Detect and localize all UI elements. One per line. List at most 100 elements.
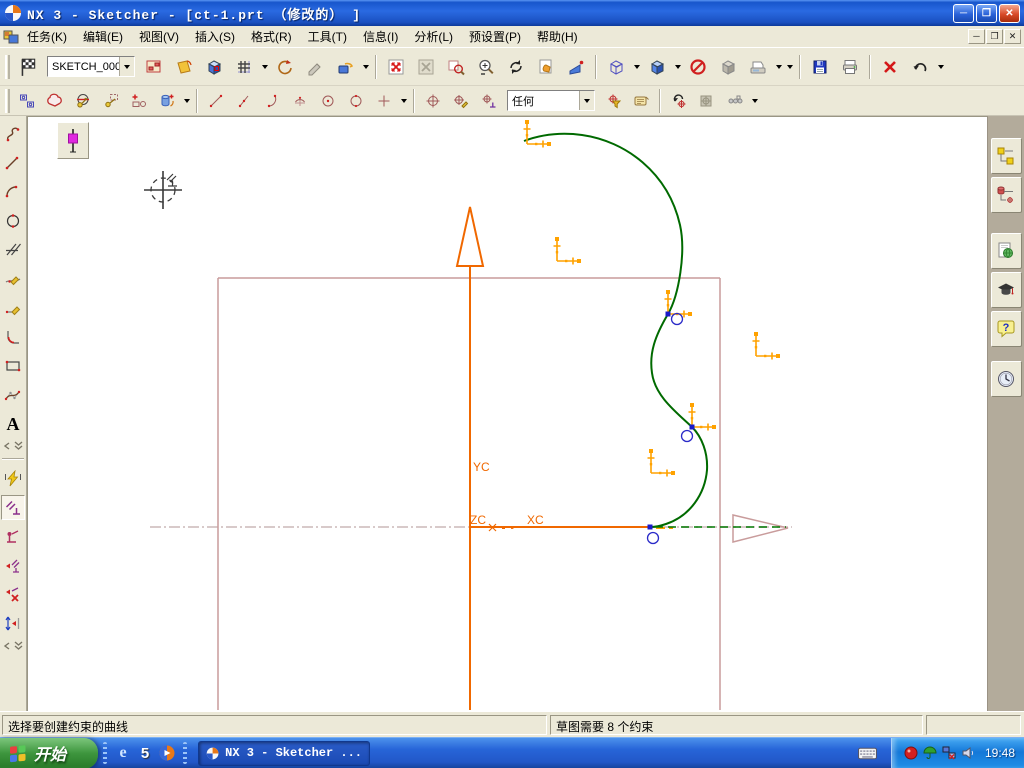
tray-volume-icon[interactable] [961, 746, 975, 760]
snapshot-dropdown[interactable] [773, 53, 784, 81]
shaded-dropdown[interactable] [672, 53, 683, 81]
snap-toolbar-overflow[interactable] [749, 87, 760, 115]
circle-button[interactable] [1, 208, 25, 233]
roles-button[interactable] [990, 272, 1022, 308]
sketch-toolbar-overflow[interactable] [360, 53, 371, 81]
print-button[interactable] [835, 53, 865, 81]
line-button[interactable] [1, 150, 25, 175]
menu-insert[interactable]: 插入(S) [187, 26, 243, 47]
sketch-name-combo[interactable]: SKETCH_000 [47, 56, 135, 77]
minimize-button[interactable]: ─ [953, 3, 974, 23]
delayed-evaluation-button[interactable] [330, 53, 360, 81]
tray-umbrella-icon[interactable] [923, 746, 937, 760]
snap-filter-dropdown-icon[interactable] [579, 91, 594, 110]
selection-filter-button[interactable] [599, 88, 627, 113]
wireframe-dropdown[interactable] [631, 53, 642, 81]
save-button[interactable] [805, 53, 835, 81]
snap-disabled-button[interactable] [693, 88, 721, 113]
menu-edit[interactable]: 编辑(E) [75, 26, 131, 47]
sketch-ops-dropdown[interactable] [181, 87, 192, 115]
fit-selection-disabled-button[interactable] [411, 53, 441, 81]
snap-filter-combo[interactable]: 任何 [507, 90, 595, 111]
web-browser-button[interactable] [990, 233, 1022, 269]
quick-launch-ie[interactable]: e [112, 741, 134, 765]
fit-view-button[interactable] [381, 53, 411, 81]
rotate-view-button[interactable] [501, 53, 531, 81]
graphics-window[interactable]: YC ZC XC [27, 116, 987, 711]
close-button[interactable]: ✕ [999, 3, 1020, 23]
curve-dropdown[interactable] [398, 87, 409, 115]
gray-solid-display-button[interactable] [713, 53, 743, 81]
snap-undo-button[interactable] [665, 88, 693, 113]
three-point-arc-button[interactable] [286, 88, 314, 113]
spline-point[interactable] [689, 424, 695, 430]
shaded-display-button[interactable] [642, 53, 672, 81]
part-navigator-button[interactable] [990, 177, 1022, 213]
mdi-restore-button[interactable]: ❐ [986, 29, 1003, 44]
start-button[interactable]: 开始 [0, 737, 98, 768]
wireframe-display-button[interactable] [601, 53, 631, 81]
quick-launch-5[interactable]: 5 [134, 741, 156, 765]
class-selection-button[interactable] [627, 88, 655, 113]
spline-point[interactable] [647, 524, 653, 530]
mirror-curve-button[interactable] [13, 88, 41, 113]
view-toolbar-overflow[interactable] [784, 53, 795, 81]
menu-analysis[interactable]: 分析(L) [406, 26, 461, 47]
orient-view-to-sketch-button[interactable] [169, 53, 199, 81]
clock-label[interactable]: 19:48 [985, 746, 1015, 760]
menu-tools[interactable]: 工具(T) [300, 26, 355, 47]
alternate-solution-button[interactable] [97, 88, 125, 113]
snap-point-button[interactable] [419, 88, 447, 113]
snap-perpendicular-button[interactable] [475, 88, 503, 113]
help-button[interactable]: ? [990, 311, 1022, 347]
selection-chain-button[interactable] [721, 88, 749, 113]
input-method-button[interactable] [857, 747, 877, 760]
remove-constraints-button[interactable] [1, 582, 25, 607]
hide-entity-button[interactable] [683, 53, 713, 81]
quick-launch-media-player[interactable] [156, 741, 178, 765]
sketch-point-button[interactable] [370, 88, 398, 113]
update-model-button[interactable] [270, 53, 300, 81]
grid-button[interactable] [229, 53, 259, 81]
undo-button[interactable] [905, 53, 935, 81]
derived-lines-button[interactable] [1, 237, 25, 262]
quick-extend-button[interactable] [1, 295, 25, 320]
sketch-spline[interactable] [523, 132, 709, 528]
circle-center-point-button[interactable] [314, 88, 342, 113]
show-constraints-button[interactable] [1, 553, 25, 578]
snap-end-point-button[interactable] [447, 88, 475, 113]
sketch-line-button[interactable] [202, 88, 230, 113]
menu-preferences[interactable]: 预设置(P) [461, 26, 529, 47]
finish-sketch-button[interactable] [13, 53, 43, 81]
project-curve-button[interactable] [153, 88, 181, 113]
menu-information[interactable]: 信息(I) [355, 26, 406, 47]
mdi-minimize-button[interactable]: ─ [968, 29, 985, 44]
delete-button[interactable] [875, 53, 905, 81]
history-palette-button[interactable] [990, 361, 1022, 397]
alternate-solution-button[interactable] [1, 524, 25, 549]
toolbar-overflow-chevrons[interactable] [1, 640, 25, 652]
task-button-nx[interactable]: NX 3 - Sketcher ... [198, 740, 370, 766]
pan-view-button[interactable] [531, 53, 561, 81]
sketch-arc-button[interactable] [258, 88, 286, 113]
arc-button[interactable] [1, 179, 25, 204]
menu-task[interactable]: 任务(K) [19, 26, 75, 47]
animate-dimension-button[interactable] [1, 611, 25, 636]
menu-view[interactable]: 视图(V) [131, 26, 187, 47]
quick-trim-button[interactable] [1, 266, 25, 291]
sketch-inclined-line-button[interactable] [230, 88, 258, 113]
fillet-button[interactable] [1, 324, 25, 349]
studio-spline-button[interactable] [1, 382, 25, 407]
add-existing-curves-button[interactable] [125, 88, 153, 113]
circle-button[interactable] [342, 88, 370, 113]
constraints-button[interactable] [1, 495, 25, 520]
standard-toolbar-overflow[interactable] [935, 53, 946, 81]
edit-disabled-button[interactable] [300, 53, 330, 81]
reattach-sketch-button[interactable] [139, 53, 169, 81]
grid-dropdown[interactable] [259, 53, 270, 81]
tray-network-offline-icon[interactable] [942, 746, 956, 760]
text-button[interactable]: A [1, 411, 25, 436]
sketch-datum-button[interactable] [57, 122, 89, 159]
snapshot-button[interactable] [743, 53, 773, 81]
restore-button[interactable]: ❐ [976, 3, 997, 23]
